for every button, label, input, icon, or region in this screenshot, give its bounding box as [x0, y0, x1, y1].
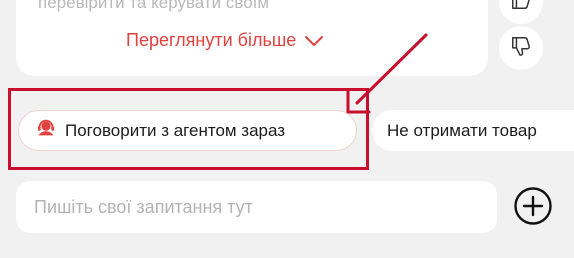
thumbs-down-icon [510, 35, 532, 62]
talk-to-agent-label: Поговорити з агентом зараз [65, 120, 286, 140]
thumbs-up-icon [510, 0, 532, 16]
thumbs-down-button[interactable] [499, 26, 543, 70]
thumbs-up-button[interactable] [499, 0, 543, 24]
plus-circle-icon [513, 186, 553, 231]
see-more-link[interactable]: Переглянути більше [126, 30, 324, 51]
agent-headset-icon [35, 117, 57, 144]
bot-message-bubble: перевірити та керувати своїм Переглянути… [16, 0, 488, 76]
message-input[interactable] [16, 181, 497, 233]
add-attachment-button[interactable] [513, 186, 553, 231]
order-not-received-label: Не отримати товар [387, 120, 537, 140]
chat-screen: перевірити та керувати своїм Переглянути… [0, 0, 574, 258]
chevron-down-icon [304, 35, 324, 47]
see-more-label: Переглянути більше [126, 30, 297, 50]
talk-to-agent-chip[interactable]: Поговорити з агентом зараз [18, 110, 357, 151]
message-text: перевірити та керувати своїм [38, 0, 270, 12]
order-not-received-chip[interactable]: Не отримати товар [372, 110, 574, 151]
